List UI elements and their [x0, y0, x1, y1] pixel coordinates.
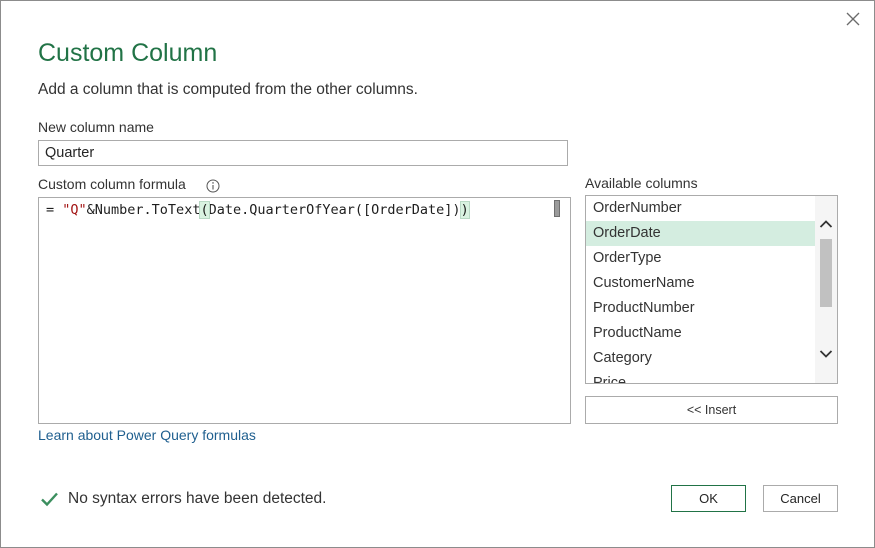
syntax-status: No syntax errors have been detected.: [40, 490, 326, 508]
column-item-ordernumber[interactable]: OrderNumber: [586, 196, 816, 221]
formula-editor[interactable]: = "Q"&Number.ToText(Date.QuarterOfYear([…: [38, 197, 571, 424]
scroll-thumb[interactable]: [820, 239, 832, 307]
custom-formula-label: Custom column formula: [38, 176, 186, 192]
insert-button[interactable]: << Insert: [585, 396, 838, 424]
column-item-orderdate[interactable]: OrderDate: [586, 221, 816, 246]
formula-function: &Number.ToText: [86, 202, 201, 218]
formula-scrollbar[interactable]: [554, 200, 560, 217]
formula-open-paren: (: [199, 201, 210, 219]
syntax-status-text: No syntax errors have been detected.: [68, 490, 327, 507]
columns-scrollbar[interactable]: [815, 196, 837, 383]
close-icon: [846, 12, 860, 26]
learn-power-query-link[interactable]: Learn about Power Query formulas: [38, 427, 256, 443]
column-item-ordertype[interactable]: OrderType: [586, 246, 816, 271]
scroll-down-button[interactable]: [815, 344, 837, 364]
custom-column-dialog: Custom Column Add a column that is compu…: [0, 0, 875, 548]
dialog-title: Custom Column: [38, 39, 218, 67]
column-item-productnumber[interactable]: ProductNumber: [586, 296, 816, 321]
cancel-button[interactable]: Cancel: [763, 485, 838, 512]
formula-text: = "Q"&Number.ToText(Date.QuarterOfYear([…: [46, 201, 470, 219]
column-items: OrderNumber OrderDate OrderType Customer…: [586, 196, 816, 383]
chevron-down-icon: [819, 350, 833, 358]
column-item-category[interactable]: Category: [586, 346, 816, 371]
available-columns-list[interactable]: OrderNumber OrderDate OrderType Customer…: [585, 195, 838, 384]
formula-close-paren: ): [459, 201, 470, 219]
new-column-name-input[interactable]: [38, 140, 568, 166]
dialog-subtitle: Add a column that is computed from the o…: [38, 81, 418, 98]
formula-prefix: =: [46, 202, 63, 218]
info-icon[interactable]: [206, 179, 220, 193]
formula-inner: Date.QuarterOfYear([OrderDate]): [208, 202, 461, 218]
checkmark-icon: [41, 492, 58, 507]
available-columns-label: Available columns: [585, 175, 698, 191]
ok-button[interactable]: OK: [671, 485, 746, 512]
column-item-productname[interactable]: ProductName: [586, 321, 816, 346]
new-column-name-label: New column name: [38, 119, 154, 135]
formula-string-token: "Q": [62, 202, 87, 218]
column-item-price[interactable]: Price: [586, 371, 816, 383]
close-button[interactable]: [844, 10, 862, 28]
chevron-up-icon: [819, 220, 833, 228]
column-item-customername[interactable]: CustomerName: [586, 271, 816, 296]
scroll-up-button[interactable]: [815, 214, 837, 234]
